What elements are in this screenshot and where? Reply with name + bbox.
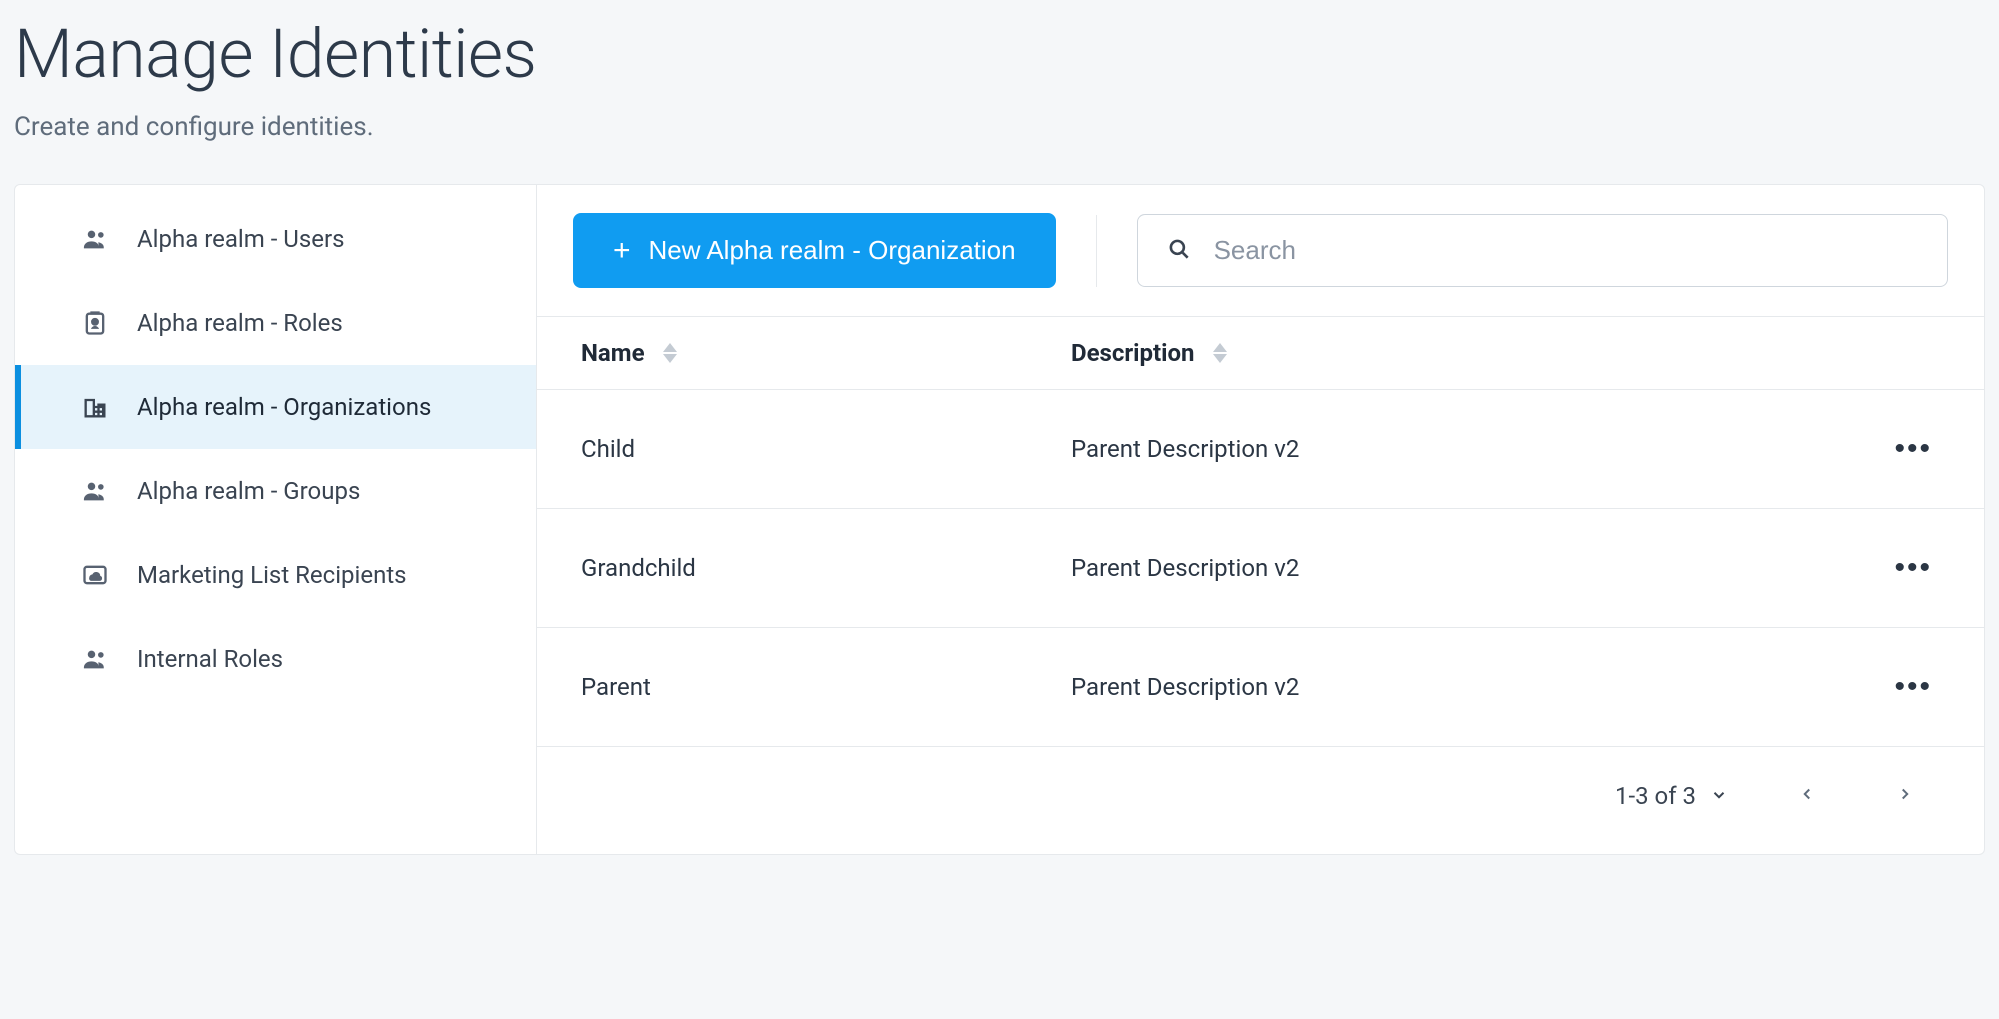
sidebar-item-internal-roles[interactable]: Internal Roles [15, 617, 536, 701]
sidebar-item-label: Alpha realm - Roles [137, 309, 343, 337]
sort-icon [663, 343, 677, 363]
row-actions-button[interactable]: ••• [1886, 428, 1940, 470]
chevron-left-icon [1798, 785, 1816, 806]
sidebar-item-label: Internal Roles [137, 645, 283, 673]
sidebar-item-marketing-list[interactable]: Marketing List Recipients [15, 533, 536, 617]
sidebar-item-groups[interactable]: Alpha realm - Groups [15, 449, 536, 533]
page-title: Manage Identities [14, 14, 1985, 94]
sidebar: Alpha realm - Users Alpha realm - Roles … [15, 185, 537, 854]
new-organization-button[interactable]: + New Alpha realm - Organization [573, 213, 1056, 288]
page-subtitle: Create and configure identities. [14, 112, 1985, 142]
search-box[interactable] [1137, 214, 1948, 287]
cell-description: Parent Description v2 [1071, 435, 1850, 463]
table-row[interactable]: Child Parent Description v2 ••• [537, 390, 1984, 509]
cloud-icon [81, 561, 109, 589]
sidebar-item-organizations[interactable]: Alpha realm - Organizations [15, 365, 536, 449]
column-label: Description [1071, 339, 1195, 367]
sidebar-item-users[interactable]: Alpha realm - Users [15, 197, 536, 281]
table-row[interactable]: Parent Parent Description v2 ••• [537, 628, 1984, 747]
more-horizontal-icon: ••• [1894, 551, 1932, 584]
toolbar-divider [1096, 215, 1097, 287]
page-range-selector[interactable]: 1-3 of 3 [1615, 782, 1728, 810]
sort-icon [1213, 343, 1227, 363]
pagination: 1-3 of 3 [537, 747, 1984, 854]
content-area: + New Alpha realm - Organization Name [537, 185, 1984, 854]
sidebar-item-roles[interactable]: Alpha realm - Roles [15, 281, 536, 365]
column-header-name[interactable]: Name [581, 339, 1071, 367]
table-header-row: Name Description [537, 317, 1984, 390]
toolbar: + New Alpha realm - Organization [537, 185, 1984, 316]
search-input[interactable] [1214, 235, 1919, 266]
more-horizontal-icon: ••• [1894, 432, 1932, 465]
more-horizontal-icon: ••• [1894, 670, 1932, 703]
next-page-button[interactable] [1886, 781, 1924, 810]
table-row[interactable]: Grandchild Parent Description v2 ••• [537, 509, 1984, 628]
cell-name: Grandchild [581, 554, 1071, 582]
column-label: Name [581, 339, 645, 367]
page-range-label: 1-3 of 3 [1615, 782, 1696, 810]
group-icon [81, 645, 109, 673]
row-actions-button[interactable]: ••• [1886, 666, 1940, 708]
cell-name: Child [581, 435, 1071, 463]
previous-page-button[interactable] [1788, 781, 1826, 810]
cell-description: Parent Description v2 [1071, 673, 1850, 701]
sidebar-item-label: Alpha realm - Organizations [137, 393, 431, 421]
organizations-table: Name Description [537, 316, 1984, 747]
cell-description: Parent Description v2 [1071, 554, 1850, 582]
badge-icon [81, 309, 109, 337]
plus-icon: + [613, 236, 631, 266]
domain-icon [81, 393, 109, 421]
new-button-label: New Alpha realm - Organization [649, 235, 1016, 266]
cell-name: Parent [581, 673, 1071, 701]
row-actions-button[interactable]: ••• [1886, 547, 1940, 589]
sidebar-item-label: Alpha realm - Groups [137, 477, 360, 505]
main-panel: Alpha realm - Users Alpha realm - Roles … [14, 184, 1985, 855]
search-icon [1166, 236, 1192, 266]
sidebar-item-label: Marketing List Recipients [137, 561, 407, 589]
column-header-description[interactable]: Description [1071, 339, 1850, 367]
chevron-down-icon [1710, 782, 1728, 810]
group-icon [81, 225, 109, 253]
group-icon [81, 477, 109, 505]
chevron-right-icon [1896, 785, 1914, 806]
sidebar-item-label: Alpha realm - Users [137, 225, 345, 253]
